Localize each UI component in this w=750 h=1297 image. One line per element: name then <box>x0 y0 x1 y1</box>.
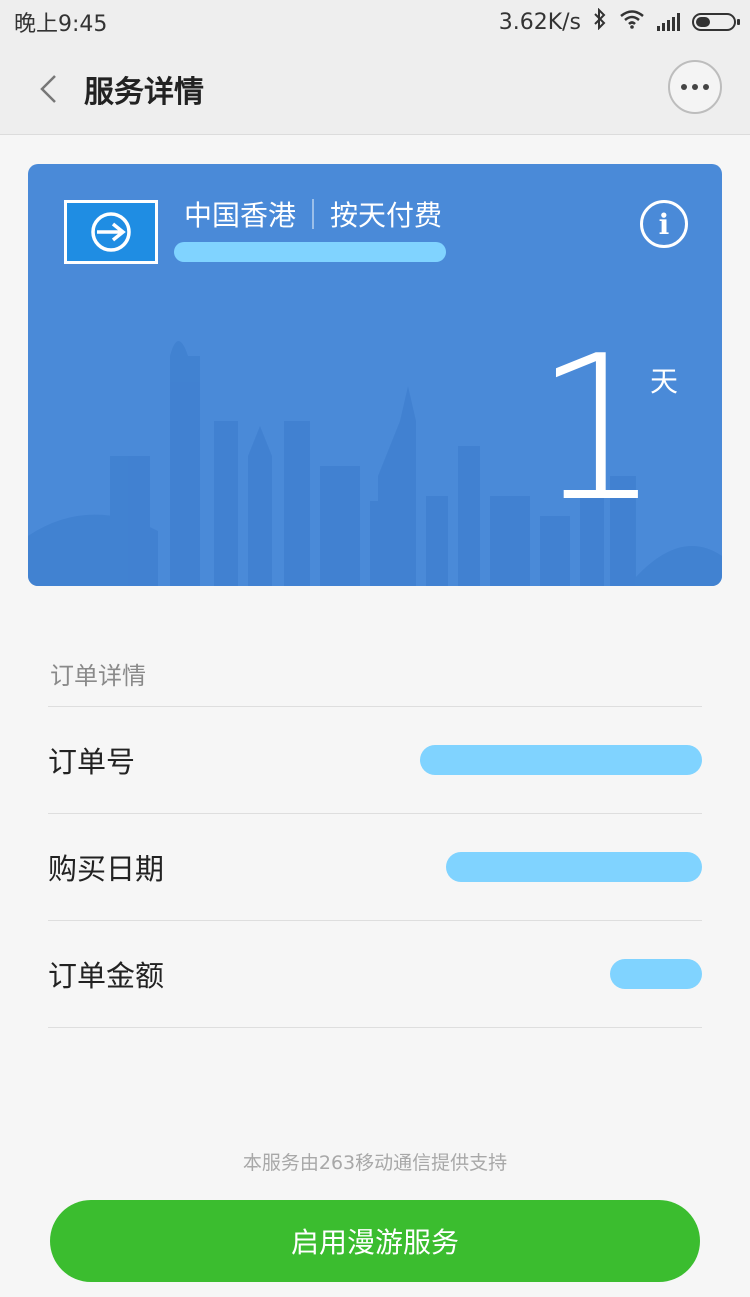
enable-roaming-button[interactable]: 启用漫游服务 <box>50 1200 700 1282</box>
order-amount-row: 订单金额 <box>48 920 702 1028</box>
purchase-date-label: 购买日期 <box>48 852 165 886</box>
title-divider <box>312 199 315 229</box>
redacted-order-amount <box>610 959 702 989</box>
more-options-button[interactable] <box>668 60 722 114</box>
purchase-date-row: 购买日期 <box>48 813 702 920</box>
redacted-purchase-date <box>446 852 702 882</box>
more-dot <box>703 84 709 90</box>
status-bar: 晚上9:45 3.62K/s <box>0 0 750 44</box>
service-card: 中国香港 按天付费 i 1 天 <box>28 164 722 586</box>
redacted-plan-name <box>174 242 446 262</box>
redacted-order-number <box>420 745 702 775</box>
days-count: 1 <box>534 313 662 546</box>
more-dots-icon <box>681 84 687 90</box>
airplane-logo-icon <box>64 200 158 264</box>
chevron-left-icon <box>40 75 56 103</box>
card-title: 中国香港 按天付费 <box>184 194 442 234</box>
order-number-label: 订单号 <box>48 745 136 779</box>
order-amount-label: 订单金额 <box>48 959 165 993</box>
back-button[interactable] <box>18 59 78 119</box>
info-icon: i <box>658 207 670 241</box>
order-details-list: 订单号 购买日期 订单金额 <box>48 706 702 1028</box>
order-number-row: 订单号 <box>48 706 702 813</box>
status-icons: 3.62K/s <box>498 7 750 36</box>
battery-icon <box>692 13 740 31</box>
app-header: 服务详情 <box>0 44 750 135</box>
signal-icon <box>657 13 680 31</box>
status-time: 晚上9:45 <box>14 12 108 37</box>
network-speed: 3.62K/s <box>498 9 581 35</box>
page-title: 服务详情 <box>84 75 204 110</box>
info-button[interactable]: i <box>640 200 688 248</box>
wifi-icon <box>619 9 645 35</box>
billing-label: 按天付费 <box>330 199 443 232</box>
bluetooth-icon <box>593 7 607 36</box>
order-details-heading: 订单详情 <box>50 662 146 690</box>
days-unit: 天 <box>649 365 678 398</box>
more-dot <box>692 84 698 90</box>
region-label: 中国香港 <box>184 199 297 232</box>
provider-note: 本服务由263移动通信提供支持 <box>242 1152 508 1174</box>
